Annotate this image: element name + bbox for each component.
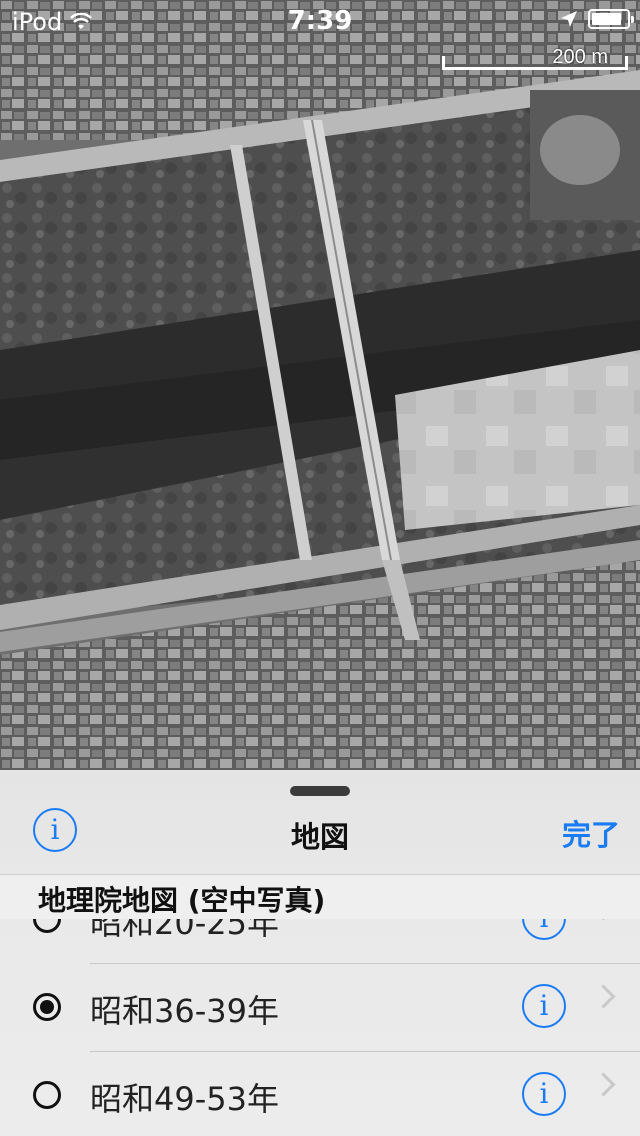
map-scale: 200 m	[442, 46, 628, 70]
list-item-label: 昭和36-39年	[90, 992, 279, 1030]
list-item-label: 昭和49-53年	[90, 1080, 279, 1118]
done-button[interactable]: 完了	[562, 812, 620, 854]
sheet-grabber[interactable]	[290, 786, 350, 796]
item-info-button[interactable]: i	[522, 1072, 566, 1116]
chevron-right-icon	[591, 984, 616, 1009]
info-icon: i	[539, 989, 549, 1022]
status-time: 7:39	[287, 6, 353, 36]
sheet-title: 地図	[290, 820, 349, 854]
item-info-button[interactable]: i	[522, 984, 566, 1028]
chevron-right-icon	[591, 1072, 616, 1097]
info-icon: i	[539, 1077, 549, 1110]
status-bar: iPod 7:39	[0, 0, 640, 40]
sheet-header: i 地図 完了	[0, 800, 640, 874]
location-arrow-icon	[561, 11, 577, 27]
status-right	[560, 9, 634, 29]
section-header-label: 地理院地図 (空中写真)	[38, 884, 326, 917]
list-item[interactable]: 昭和36-39年 i	[0, 964, 640, 1052]
map-layer-sheet: i 地図 完了 地理院地図 (空中写真) 昭和20-25年 i 昭和36-39年…	[0, 770, 640, 1136]
battery-level	[592, 13, 621, 25]
list-item[interactable]: 昭和49-53年 i	[0, 1052, 640, 1136]
battery-icon	[588, 9, 634, 29]
radio-button[interactable]	[33, 993, 61, 1021]
radio-button[interactable]	[33, 1081, 61, 1109]
section-header: 地理院地図 (空中写真)	[0, 874, 640, 919]
scale-bar	[442, 56, 628, 70]
